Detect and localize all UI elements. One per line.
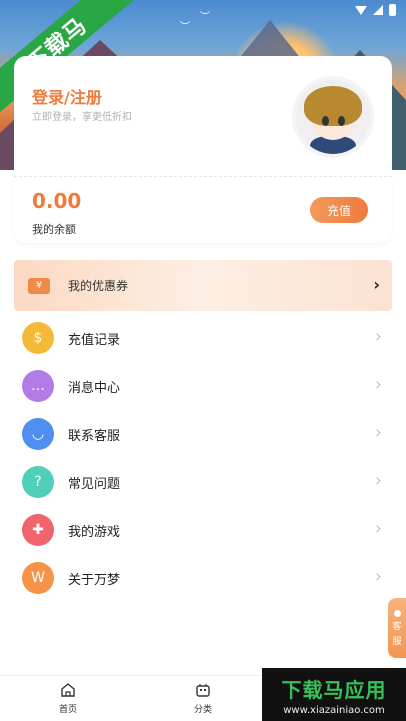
money-bag-icon: $	[22, 322, 54, 354]
service-dot-icon	[393, 609, 401, 617]
coupon-icon: ¥	[28, 277, 50, 294]
nav-category-label: 分类	[193, 705, 212, 715]
wifi-icon	[355, 5, 367, 15]
floating-service-button[interactable]: 客 服	[388, 598, 406, 658]
bird-icon: ︶	[200, 12, 210, 23]
menu-item-label: 关于万梦	[68, 572, 121, 588]
nav-home-label: 首页	[58, 705, 77, 715]
menu-list: $ 充值记录 › … 消息中心 › ◡ 联系客服 › ? 常见问题 › ✚ 我的…	[14, 314, 392, 602]
balance-value: 0.00	[32, 189, 82, 213]
balance-label: 我的余额	[32, 223, 76, 236]
chevron-right-icon: ›	[374, 470, 382, 491]
battery-icon	[389, 4, 396, 16]
wanmeng-logo-icon: W	[22, 562, 54, 594]
login-register-link[interactable]: 登录/注册	[32, 84, 102, 108]
signal-icon	[373, 5, 383, 15]
login-subtitle: 立即登录，享更低折扣	[32, 112, 132, 123]
chevron-right-icon: ›	[373, 275, 380, 294]
menu-item-about[interactable]: W 关于万梦 ›	[14, 554, 392, 602]
status-bar	[355, 4, 396, 16]
bird-icon: ︶	[180, 22, 190, 33]
message-icon: …	[22, 370, 54, 402]
coupon-row[interactable]: ¥ 我的优惠券 ›	[14, 260, 392, 311]
chevron-right-icon: ›	[374, 374, 382, 395]
menu-item-label: 我的游戏	[68, 524, 121, 540]
menu-item-faq[interactable]: ? 常见问题 ›	[14, 458, 392, 506]
home-icon	[60, 682, 76, 698]
menu-item-message-center[interactable]: … 消息中心 ›	[14, 362, 392, 410]
gamepad-icon: ✚	[22, 514, 54, 546]
balance-card: 0.00 我的余额 充值	[14, 177, 392, 243]
chevron-right-icon: ›	[374, 518, 382, 539]
question-icon: ?	[22, 466, 54, 498]
nav-home[interactable]: 首页	[48, 682, 88, 715]
chevron-right-icon: ›	[374, 422, 382, 443]
menu-item-label: 消息中心	[68, 380, 121, 396]
menu-item-label: 充值记录	[68, 332, 121, 348]
headset-icon: ◡	[22, 418, 54, 450]
menu-item-label: 联系客服	[68, 428, 121, 444]
profile-card[interactable]: 登录/注册 立即登录，享更低折扣	[14, 56, 392, 176]
category-icon	[195, 682, 211, 698]
nav-category[interactable]: 分类	[183, 682, 223, 715]
menu-item-label: 常见问题	[68, 476, 121, 492]
chevron-right-icon: ›	[374, 566, 382, 587]
menu-item-my-games[interactable]: ✚ 我的游戏 ›	[14, 506, 392, 554]
floating-service-label-2: 服	[392, 636, 402, 647]
watermark-main-text: 下载马应用	[281, 677, 387, 702]
watermark-badge: 下载马应用 www.xiazainiao.com	[262, 668, 406, 721]
page: ︶ ︶ 下载马 登录/注册 立即登录，享更低折扣 0.00 我的余额 充值 ¥ …	[0, 0, 406, 721]
coupon-label: 我的优惠券	[68, 279, 129, 293]
watermark-url: www.xiazainiao.com	[283, 704, 385, 716]
menu-item-recharge-records[interactable]: $ 充值记录 ›	[14, 314, 392, 362]
recharge-button[interactable]: 充值	[310, 197, 368, 223]
avatar[interactable]	[292, 76, 374, 158]
menu-item-contact-service[interactable]: ◡ 联系客服 ›	[14, 410, 392, 458]
floating-service-label-1: 客	[392, 621, 402, 632]
chevron-right-icon: ›	[374, 326, 382, 347]
